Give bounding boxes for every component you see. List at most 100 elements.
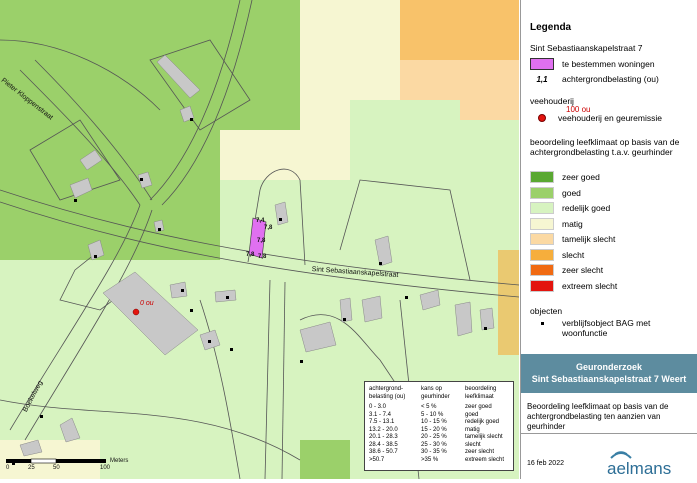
table-cell: 28.4 - 38.5 <box>369 441 398 448</box>
table-cell: >35 % <box>421 456 439 463</box>
class-label: slecht <box>562 249 585 260</box>
table-col-beoordeling: beoordeling leefklimaat zeer goed goed r… <box>465 386 511 464</box>
legend-class-extreem-slecht: extreem slecht <box>530 279 617 293</box>
table-cell: 5 - 10 % <box>421 411 444 418</box>
table-col-kans: kans op geurhinder < 5 % 5 - 10 % 10 - 1… <box>421 386 459 464</box>
class-label: zeer goed <box>562 172 600 182</box>
table-cell: 30 - 35 % <box>421 449 447 455</box>
map[interactable]: Pieter Kloppenstraat Sint Sebastiaanskap… <box>0 0 519 479</box>
table-cell: 10 - 15 % <box>421 419 447 425</box>
farm-dot-icon <box>538 114 546 122</box>
table-cell: 3.1 - 7.4 <box>369 411 392 418</box>
legend-class-zeer-slecht: zeer slecht <box>530 263 603 277</box>
scale-tick: 0 <box>6 465 10 471</box>
object-label: 7,8 <box>246 252 255 258</box>
object-label: 7,8 <box>257 238 266 244</box>
table-cell: matig <box>465 426 480 433</box>
legend-class-redelijk-goed: redelijk goed <box>530 201 610 215</box>
legend-item-woningen: te bestemmen woningen <box>530 57 655 71</box>
scale-bar: 0 25 50 100 Meters <box>6 458 136 476</box>
bag-dot <box>530 318 554 325</box>
project-line1: Geuronderzoek <box>575 362 642 372</box>
class-label: tamelijk slecht <box>562 234 616 244</box>
achtergrond-glyph: 1,1 <box>536 74 548 84</box>
table-cell: 20 - 25 % <box>421 434 447 440</box>
farm-dot <box>530 114 554 122</box>
table-cell: zeer goed <box>465 404 492 410</box>
scale-tick: 25 <box>28 465 35 471</box>
legend-label: achtergrondbelasting (ou) <box>562 74 659 84</box>
table-cell: 7.5 - 13.1 <box>369 419 395 425</box>
beoordeling-header: beoordeling leefklimaat op basis van de … <box>530 137 680 157</box>
class-label: extreem slecht <box>562 280 618 291</box>
class-swatch <box>530 171 554 183</box>
legend-label: te bestemmen woningen <box>562 59 655 69</box>
zone-goed-2 <box>0 0 40 60</box>
table-header: achtergrond-belasting (ou) <box>369 386 406 400</box>
table-col-belasting: achtergrond-belasting (ou) 0 - 3.0 3.1 -… <box>369 386 417 464</box>
legend-item-veehouderij: veehouderij en geuremissie <box>530 111 662 125</box>
scale-tick: 50 <box>53 465 60 471</box>
class-swatch <box>530 186 554 199</box>
scale-unit: Meters <box>110 458 129 464</box>
table-header: kans op geurhinder <box>421 386 450 400</box>
zone-matig-2 <box>300 0 400 40</box>
building <box>479 307 495 331</box>
object-label: 7,4 <box>256 218 265 224</box>
legend-class-slecht: slecht <box>530 248 584 262</box>
legend-class-tamelijk-slecht: tamelijk slecht <box>530 232 615 246</box>
swatch <box>530 58 554 70</box>
table-cell: extreem slecht <box>465 456 505 463</box>
table-cell: slecht <box>465 441 481 448</box>
object-label: 7,8 <box>258 254 267 260</box>
project-description: Beoordeling leefklimaat op basis van de … <box>527 402 669 431</box>
table-header: beoordeling leefklimaat <box>465 386 497 400</box>
table-cell: 0 - 3.0 <box>369 404 387 410</box>
building <box>169 281 188 299</box>
legend-class-goed: goed <box>530 186 581 200</box>
zone-slecht <box>400 0 519 60</box>
table-cell: 38.6 - 50.7 <box>369 449 398 455</box>
logo-text: aelmans <box>607 459 671 478</box>
footer: 16 feb 2022 aelmans <box>521 433 697 479</box>
class-label: goed <box>562 187 581 198</box>
aelmans-logo: aelmans <box>607 448 693 483</box>
class-label: zeer slecht <box>562 265 604 275</box>
class-swatch <box>530 217 554 230</box>
building <box>361 295 383 323</box>
legend-label: verblijfsobject BAG met woonfunctie <box>562 318 651 338</box>
legend-item-achtergrondbelasting: 1,1 achtergrondbelasting (ou) <box>530 72 659 86</box>
building <box>454 301 473 337</box>
table-cell: 15 - 20 % <box>421 426 447 433</box>
veehouderij-marker[interactable] <box>132 308 140 316</box>
legend-title: Legenda <box>530 22 572 33</box>
class-label: redelijk goed <box>562 203 611 213</box>
zone-goed-3 <box>300 440 350 479</box>
table-cell: < 5 % <box>421 404 437 410</box>
legend-class-matig: matig <box>530 217 583 231</box>
table-cell: >50.7 <box>369 456 385 463</box>
table-cell: 20.1 - 28.3 <box>369 434 398 440</box>
legend-subject: Sint Sebastiaanskapelstraat 7 <box>530 43 643 53</box>
project-line2: Sint Sebastiaanskapelstraat 7 Weert <box>531 374 687 384</box>
table-cell: redelijk goed <box>465 419 500 425</box>
class-swatch <box>530 264 554 276</box>
logo-icon: aelmans <box>607 451 671 478</box>
project-header: Geuronderzoek Sint Sebastiaanskapelstraa… <box>521 354 697 393</box>
legend-item-objecten: verblijfsobject BAG met woonfunctie <box>530 318 682 338</box>
class-swatch <box>530 248 554 261</box>
zone-slecht-2 <box>498 250 519 355</box>
legend-class-zeer-goed: zeer goed <box>530 170 600 184</box>
table-cell: zeer slecht <box>465 449 495 455</box>
building <box>214 289 237 303</box>
legend-panel: Legenda Sint Sebastiaanskapelstraat 7 te… <box>520 0 697 479</box>
table-cell: 13.2 - 20.0 <box>369 426 398 433</box>
reference-table: achtergrond-belasting (ou) 0 - 3.0 3.1 -… <box>364 381 514 471</box>
object-label: 7,8 <box>264 225 273 231</box>
table-cell: goed <box>465 411 479 418</box>
class-swatch <box>530 233 554 245</box>
class-swatch <box>530 202 554 214</box>
legend-label: veehouderij en geuremissie <box>558 113 662 123</box>
class-label: matig <box>562 218 583 229</box>
bag-dot-icon <box>540 322 544 325</box>
